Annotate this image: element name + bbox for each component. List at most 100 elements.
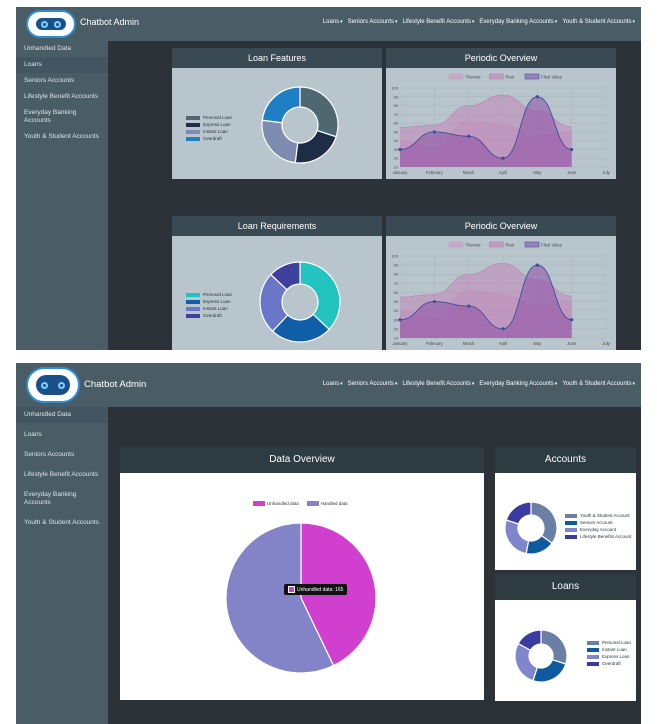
pie-tooltip: Unhandled data: 165 <box>284 584 348 595</box>
legend-swatch[interactable] <box>524 73 540 80</box>
sidebar-item-lifestyle[interactable]: Lifestyle Benefit Accounts <box>16 467 108 483</box>
x-tick-label: July <box>602 341 610 346</box>
x-tick-label: January <box>393 170 409 175</box>
nav-item-youth[interactable]: Youth & Student Accounts▾ <box>562 381 635 387</box>
legend-swatch[interactable] <box>448 241 464 248</box>
caret-down-icon: ▾ <box>340 381 343 387</box>
sidebar-item-lifestyle[interactable]: Lifestyle Benefit Accounts <box>16 89 108 105</box>
nav-item-loans[interactable]: Loans▾ <box>323 381 343 387</box>
periodic-area-chart-2: Thomas Rest Filed Value 10 20 30 40 50 60 70 80 90 1… <box>391 241 611 346</box>
caret-down-icon: ▾ <box>395 19 398 25</box>
x-tick-label: July <box>602 170 610 175</box>
nav-item-seniors[interactable]: Seniors Accounts▾ <box>348 19 398 25</box>
x-tick-label: May <box>533 170 542 175</box>
y-tick-label: 100 <box>391 254 398 259</box>
pie-slice-express-loan[interactable] <box>514 642 539 682</box>
sidebar-item-unhandled[interactable]: Unhandled Data <box>16 407 108 423</box>
y-tick-label: 40 <box>394 138 399 143</box>
x-tick-label: January <box>393 341 409 346</box>
periodic-area-chart-1: Thomas Rest Filed Value 10 20 30 40 50 60 70 80 90 1… <box>391 73 611 175</box>
y-tick-label: 90 <box>394 263 399 268</box>
chatbot-logo-icon[interactable] <box>26 367 80 403</box>
data-point[interactable] <box>398 147 402 152</box>
x-tick-label: June <box>567 170 577 175</box>
sidebar-item-everyday[interactable]: Everyday Banking Accounts <box>16 487 108 511</box>
pie-slice-personal-loan[interactable] <box>299 86 339 138</box>
chatbot-logo-icon[interactable] <box>26 10 76 38</box>
x-tick-label: March <box>463 170 475 175</box>
sidebar-item-youth[interactable]: Youth & Student Accounts <box>16 129 108 145</box>
sidebar-item-loans[interactable]: Loans <box>16 427 108 443</box>
sidebar-item-loans[interactable]: Loans <box>16 57 108 73</box>
brand-title[interactable]: Chatbot Admin <box>84 379 146 390</box>
y-tick-label: 50 <box>394 299 399 304</box>
periodic-overview-panel-2: Periodic Overview Thomas Rest Filed Value 1… <box>386 216 616 350</box>
y-tick-label: 70 <box>394 112 399 117</box>
pie-slice-lifestyle-benefits-account[interactable] <box>505 501 532 525</box>
sidebar-item-youth[interactable]: Youth & Student Accounts <box>16 515 108 531</box>
periodic-overview-panel-1: Periodic Overview Thomas Rest Filed Value 1… <box>386 48 616 179</box>
pie-slice-personal-loan[interactable] <box>540 629 568 665</box>
loans-panel: Loans Personal Loan Instant Loan Express… <box>495 574 636 701</box>
accounts-donut <box>504 501 558 555</box>
loan-features-donut <box>261 86 339 164</box>
caret-down-icon: ▾ <box>632 381 635 387</box>
data-point[interactable] <box>467 304 471 308</box>
legend-swatch[interactable] <box>489 73 504 80</box>
caret-down-icon: ▾ <box>471 381 475 387</box>
data-point[interactable] <box>535 263 539 267</box>
y-tick-label: 80 <box>394 103 399 108</box>
dashboard-screen-overview: Chatbot Admin Loans▾ Seniors Accounts▾ L… <box>16 363 641 724</box>
sidebar: Unhandled Data Loans Seniors Accounts Li… <box>16 407 108 724</box>
nav-item-everyday[interactable]: Everyday Banking Accounts▾ <box>479 19 557 25</box>
x-tick-label: April <box>499 341 507 346</box>
pie-slice-everyday-account[interactable] <box>504 519 530 555</box>
y-tick-label: 40 <box>394 308 399 313</box>
loans-donut <box>514 629 568 683</box>
nav-item-loans[interactable]: Loans▾ <box>323 19 343 25</box>
legend-swatch[interactable] <box>489 241 504 248</box>
caret-down-icon: ▾ <box>340 19 343 25</box>
sidebar-item-everyday[interactable]: Everyday Banking Accounts <box>16 105 108 129</box>
pie-slice-instant-loan[interactable] <box>532 658 567 683</box>
panel-title: Periodic Overview <box>386 48 616 68</box>
data-point[interactable] <box>501 327 505 331</box>
nav-item-everyday[interactable]: Everyday Banking Accounts▾ <box>479 381 557 387</box>
data-point[interactable] <box>432 130 436 134</box>
nav-menu: Loans▾ Seniors Accounts▾ Lifestyle Benef… <box>323 381 635 387</box>
data-point[interactable] <box>467 134 471 138</box>
brand-title[interactable]: Chatbot Admin <box>80 17 139 27</box>
data-point[interactable] <box>570 147 574 152</box>
accounts-panel: Accounts Youth & Student Account Seniors… <box>495 447 636 570</box>
pie-slice-express-loan[interactable] <box>294 129 337 164</box>
x-tick-label: February <box>426 341 444 346</box>
sidebar-item-unhandled[interactable]: Unhandled Data <box>16 41 108 57</box>
pie-slice-instant-loan[interactable] <box>261 119 299 164</box>
data-point[interactable] <box>570 318 574 322</box>
caret-down-icon: ▾ <box>554 381 558 387</box>
data-point[interactable] <box>398 318 402 322</box>
sidebar: Unhandled Data Loans Seniors Accounts Li… <box>16 41 108 350</box>
top-navbar: Chatbot Admin Loans▾ Seniors Accounts▾ L… <box>16 363 641 407</box>
data-point[interactable] <box>432 299 436 304</box>
sidebar-item-seniors[interactable]: Seniors Accounts <box>16 447 108 463</box>
legend-swatch[interactable] <box>448 73 464 80</box>
nav-item-youth[interactable]: Youth & Student Accounts▾ <box>562 19 635 25</box>
legend-swatch[interactable] <box>524 241 540 248</box>
y-tick-label: 10 <box>394 336 399 341</box>
caret-down-icon: ▾ <box>395 381 398 387</box>
legend-label: Filed Value <box>541 243 563 248</box>
legend-label: Filed Value <box>541 75 563 80</box>
pie-slice-overdraft[interactable] <box>261 86 301 124</box>
nav-item-lifestyle[interactable]: Lifestyle Benefit Accounts▾ <box>403 19 475 25</box>
y-tick-label: 10 <box>394 165 399 170</box>
nav-item-seniors[interactable]: Seniors Accounts▾ <box>348 381 398 387</box>
panel-title: Periodic Overview <box>386 216 616 236</box>
y-tick-label: 90 <box>394 94 399 99</box>
sidebar-item-seniors[interactable]: Seniors Accounts <box>16 73 108 89</box>
nav-item-lifestyle[interactable]: Lifestyle Benefit Accounts▾ <box>403 381 475 387</box>
y-tick-label: 20 <box>394 156 399 161</box>
data-point[interactable] <box>501 156 505 160</box>
data-point[interactable] <box>535 95 539 99</box>
data-overview-pie <box>225 522 377 674</box>
